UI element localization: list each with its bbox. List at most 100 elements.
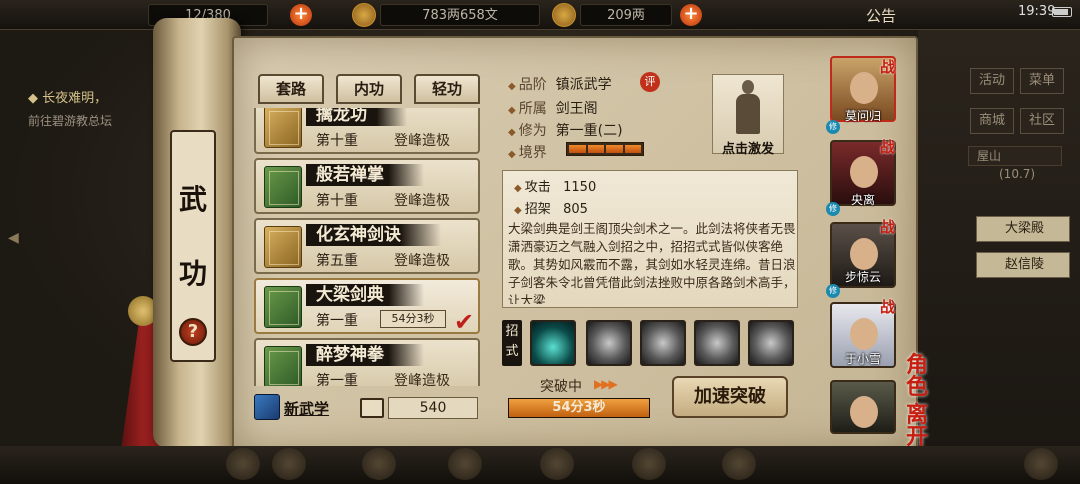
money-counter: 783两658文 <box>380 4 540 26</box>
tab-routines[interactable]: 套路 <box>258 74 324 104</box>
collapse-arrow-icon[interactable]: ◀ <box>8 230 19 246</box>
skill-name: 化玄神剑诀 <box>306 224 441 246</box>
skill-description: 大梁剑典是剑王阁顶尖剑术之一。此剑法将侠者无畏潇洒豪迈之气融入剑招之中，招招式式… <box>508 221 796 304</box>
character-name: 央离 <box>850 193 875 207</box>
skill-level: 第五重 <box>316 253 358 269</box>
cultivation-key: 修为 <box>508 123 547 139</box>
battle-badge: 战 <box>880 58 896 76</box>
evaluate-badge[interactable]: 评 <box>640 72 660 92</box>
skill-name: 大梁剑典 <box>306 284 424 306</box>
skill-book-icon <box>264 346 302 386</box>
gold-value: 209两 <box>607 8 645 23</box>
parry-key: 招架 <box>514 202 551 217</box>
character-portrait[interactable] <box>830 380 896 434</box>
quest-tracker[interactable]: ◆ 长夜难明， 前往碧游教总坛 <box>28 88 148 132</box>
storage-add-button[interactable]: + <box>290 4 312 26</box>
battle-badge: 战 <box>880 218 896 236</box>
speed-up-button[interactable]: 加速突破 <box>672 376 788 418</box>
move-slot-3[interactable] <box>640 320 686 366</box>
move-slot-5[interactable] <box>748 320 794 366</box>
gold-add-button[interactable]: + <box>680 4 702 26</box>
character-name: 莫问归 <box>844 109 881 123</box>
skill-name: 擒龙功 <box>306 108 407 126</box>
nav-icon[interactable] <box>540 448 574 480</box>
move-slot-2[interactable] <box>586 320 632 366</box>
skill-peak: 登峰造极 <box>394 373 450 386</box>
skill-peak: 登峰造极 <box>394 133 450 149</box>
breakthrough-time: 54分3秒 <box>552 400 606 415</box>
announcement-button[interactable]: 公告 <box>866 5 896 26</box>
breakthrough-label: 突破中 <box>540 379 582 395</box>
panel-title-char-2: 功 <box>178 257 207 290</box>
level-badge-icon: 修 <box>826 202 840 216</box>
list-item[interactable]: 醉梦神拳 第一重 登峰造极 <box>254 338 480 386</box>
move-slot-1[interactable] <box>530 320 576 366</box>
nav-icon[interactable] <box>226 448 260 480</box>
role-button[interactable]: 角色 <box>906 354 946 398</box>
menu-button[interactable]: 菜单 <box>1020 68 1064 94</box>
sect-value: 剑王阁 <box>555 101 598 117</box>
progress-arrows-icon: ▶▶▶ <box>594 377 618 391</box>
parry-value: 805 <box>563 202 588 217</box>
skill-level: 第十重 <box>316 193 358 209</box>
nav-icon[interactable] <box>272 448 306 480</box>
breakthrough-progress-bar: 54分3秒 <box>508 398 650 418</box>
skill-timer: 54分3秒 <box>380 310 446 328</box>
move-slot-4[interactable] <box>694 320 740 366</box>
nav-icon[interactable] <box>1024 448 1058 480</box>
cultivation-value: 第一重(二) <box>555 123 623 139</box>
level-badge-icon: 修 <box>826 120 840 134</box>
tab-inner-skill[interactable]: 内功 <box>336 74 402 104</box>
attack-value: 1150 <box>563 180 597 195</box>
book-icon <box>360 398 384 418</box>
skill-name: 般若禅掌 <box>306 164 424 186</box>
nav-icon[interactable] <box>722 448 756 480</box>
check-icon: ✔ <box>454 308 475 336</box>
community-button[interactable]: 社区 <box>1020 108 1064 134</box>
activity-button[interactable]: 活动 <box>970 68 1014 94</box>
skill-book-icon <box>264 286 302 328</box>
sect-row: 所属 剑王阁 <box>508 98 598 118</box>
attack-key: 攻击 <box>514 180 551 195</box>
skill-name: 醉梦神拳 <box>306 344 424 366</box>
battle-badge: 战 <box>880 298 896 316</box>
nav-icon[interactable] <box>362 448 396 480</box>
new-martial-button[interactable]: 新武学 <box>284 398 329 419</box>
nav-icon[interactable] <box>448 448 482 480</box>
nav-daliang-hall[interactable]: 大梁殿 <box>976 216 1070 242</box>
list-item[interactable]: 擒龙功 第十重 登峰造极 <box>254 108 480 154</box>
shop-button[interactable]: 商城 <box>970 108 1014 134</box>
skill-book-icon <box>264 108 302 148</box>
battle-badge: 战 <box>880 138 896 156</box>
cultivation-row: 修为 第一重(二) <box>508 120 623 140</box>
sect-key: 所属 <box>508 101 547 117</box>
parry-row: 招架 805 <box>514 198 588 217</box>
panel-title-char-1: 武 <box>178 183 207 216</box>
list-item[interactable]: 化玄神剑诀 第五重 登峰造极 <box>254 218 480 274</box>
tab-lightness[interactable]: 轻功 <box>414 74 480 104</box>
leave-button[interactable]: 离开 <box>906 404 946 448</box>
nav-zhao-xinling[interactable]: 赵信陵 <box>976 252 1070 278</box>
location-count: (10.7) <box>999 167 1036 181</box>
grade-key: 品阶 <box>508 77 547 93</box>
martial-list[interactable]: 擒龙功 第十重 登峰造极 般若禅掌 第十重 登峰造极 化玄神剑诀 第五重 登峰造… <box>250 108 490 386</box>
attack-row: 攻击 1150 <box>514 176 596 195</box>
list-item[interactable]: 般若禅掌 第十重 登峰造极 <box>254 158 480 214</box>
ingot-icon <box>552 3 576 27</box>
skill-book-icon <box>264 226 302 268</box>
list-item-selected[interactable]: 大梁剑典 第一重 54分3秒 <box>254 278 480 334</box>
new-skill-icon[interactable] <box>254 394 280 420</box>
money-value: 783两658文 <box>422 8 498 23</box>
location-name: 屋山 <box>977 149 1002 163</box>
clock: 19:39 <box>1018 4 1056 19</box>
level-badge-icon: 修 <box>826 284 840 298</box>
help-button[interactable]: ? <box>179 318 207 346</box>
nav-icon[interactable] <box>632 448 666 480</box>
quest-title: ◆ 长夜难明， <box>28 91 108 106</box>
grade-row: 品阶 镇派武学 <box>508 74 612 94</box>
martial-points: 540 <box>388 397 478 419</box>
game-screen: 12/380 + 783两658文 209两 + 公告 19:39 ◆ 长夜难明… <box>0 0 1080 484</box>
moves-label: 招式 <box>502 320 522 366</box>
coin-icon <box>352 3 376 27</box>
skill-level: 第一重 <box>316 313 358 329</box>
